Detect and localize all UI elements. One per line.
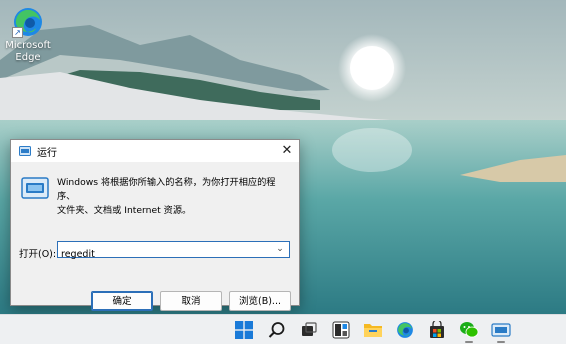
open-label: 打开(O): xyxy=(19,249,57,260)
description-line2: 文件夹、文档或 Internet 资源。 xyxy=(57,205,192,216)
edge-icon xyxy=(397,322,413,338)
description-line1: Windows 将根据你所输入的名称，为你打开相应的程序、 xyxy=(57,177,276,202)
store-icon xyxy=(430,321,444,338)
file-explorer-button[interactable] xyxy=(361,318,385,342)
start-button[interactable] xyxy=(232,318,256,342)
widgets-button[interactable] xyxy=(329,318,353,342)
folder-icon xyxy=(364,324,382,337)
chevron-down-icon[interactable]: ⌄ xyxy=(273,242,287,257)
remote-desktop-button[interactable] xyxy=(489,318,513,343)
dialog-body: Windows 将根据你所输入的名称，为你打开相应的程序、 文件夹、文档或 In… xyxy=(11,162,299,311)
store-button[interactable] xyxy=(425,318,449,342)
task-view-icon xyxy=(302,322,317,336)
run-program-icon xyxy=(21,177,49,199)
run-dialog: 运行 ✕ Windows 将根据你所输入的名称，为你打开相应的程序、 文件夹、文… xyxy=(10,139,300,311)
edge-icon: ↗ xyxy=(12,6,44,38)
windows-logo-icon xyxy=(235,321,253,339)
search-button[interactable] xyxy=(265,318,289,342)
open-input[interactable] xyxy=(58,247,264,262)
desktop-icon-label-line1: Microsoft xyxy=(5,40,51,51)
task-view-button[interactable] xyxy=(297,318,321,342)
wechat-icon xyxy=(460,322,479,338)
desktop-icon-label-line2: Edge xyxy=(15,52,41,63)
edge-taskbar-button[interactable] xyxy=(393,318,417,342)
dialog-titlebar[interactable]: 运行 ✕ xyxy=(11,140,299,162)
desktop-icon-edge[interactable]: ↗ Microsoft Edge xyxy=(2,6,54,64)
cancel-button[interactable]: 取消 xyxy=(160,291,222,311)
widgets-icon xyxy=(332,321,350,339)
open-combobox[interactable]: ⌄ xyxy=(57,241,290,262)
run-app-taskbar-icon xyxy=(491,323,511,337)
dialog-description: Windows 将根据你所输入的名称，为你打开相应的程序、 文件夹、文档或 In… xyxy=(57,176,293,218)
browse-button[interactable]: 浏览(B)... xyxy=(229,291,291,311)
shortcut-arrow-icon: ↗ xyxy=(12,27,23,38)
close-button[interactable]: ✕ xyxy=(275,140,299,162)
dialog-title: 运行 xyxy=(37,147,57,159)
wechat-button[interactable] xyxy=(457,318,481,343)
ok-button[interactable]: 确定 xyxy=(91,291,153,311)
taskbar xyxy=(0,314,566,344)
search-icon xyxy=(268,322,285,338)
run-app-icon xyxy=(19,146,31,156)
